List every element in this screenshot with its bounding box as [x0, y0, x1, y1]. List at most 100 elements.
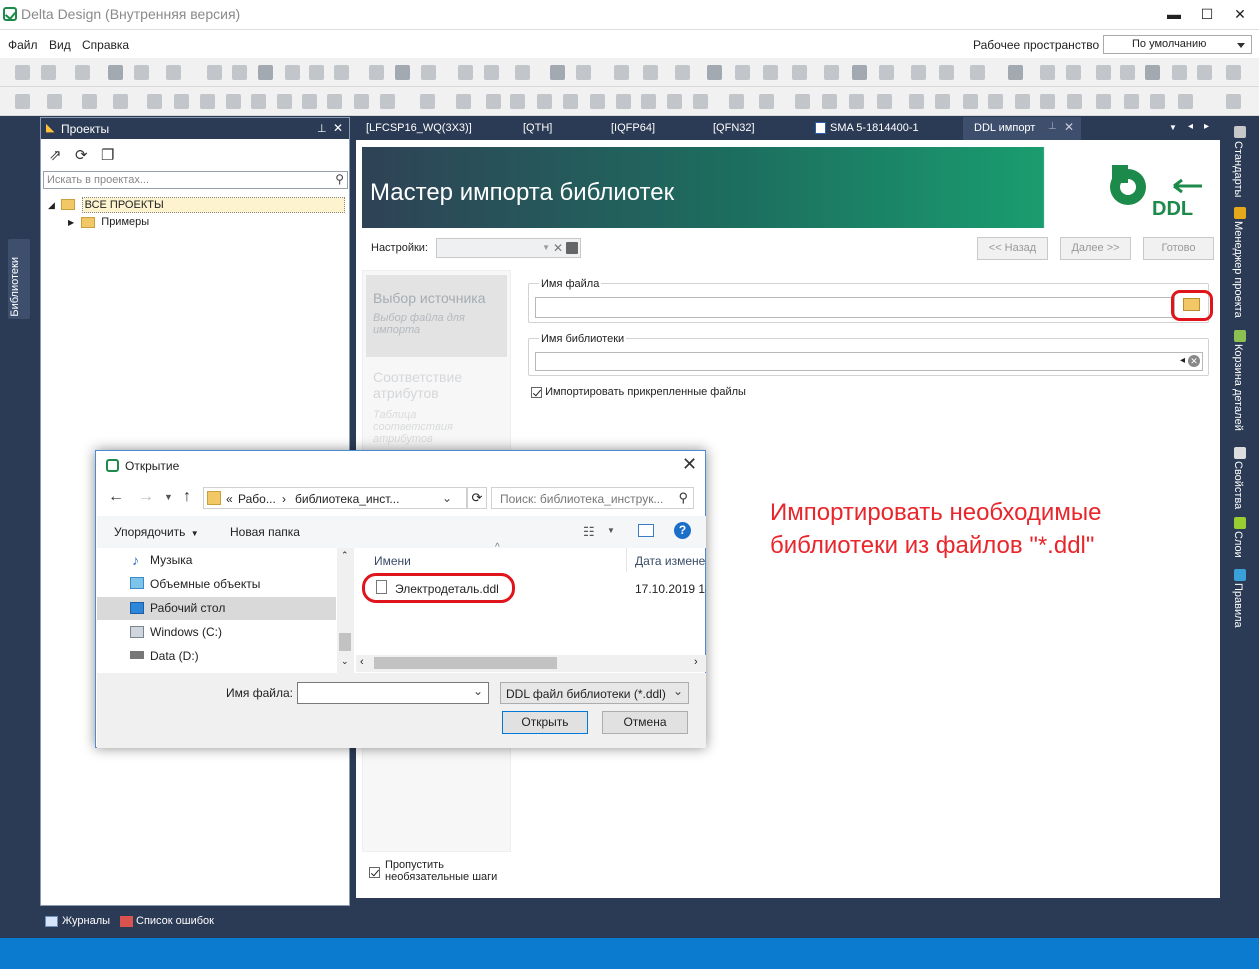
toolbar-icon[interactable] [576, 65, 591, 80]
nav-windows-c[interactable]: Windows (C:) [150, 625, 222, 639]
nav-music[interactable]: Музыка [150, 553, 192, 567]
collapse-arrow-icon[interactable]: ▶ [68, 218, 74, 227]
tab-properties[interactable]: Свойства [1232, 461, 1244, 509]
tab-qth[interactable]: [QTH] [523, 117, 552, 140]
chevron-down-icon[interactable]: ▼ [542, 243, 550, 252]
scroll-left-icon[interactable]: ◂ [1188, 121, 1193, 132]
finish-button[interactable]: Готово [1143, 237, 1214, 260]
workspace-select[interactable]: По умолчанию [1103, 35, 1252, 54]
preview-pane-icon[interactable] [638, 524, 654, 537]
toolbar-icon[interactable] [1124, 94, 1139, 109]
toolbar-icon[interactable] [456, 94, 471, 109]
file-name-input[interactable]: ⌄ [297, 682, 489, 704]
toolbar-icon[interactable] [421, 65, 436, 80]
dialog-close-icon[interactable]: ✕ [682, 454, 697, 475]
back-arrow-icon[interactable]: ← [108, 488, 124, 506]
scroll-right-icon[interactable]: ▸ [1204, 121, 1209, 132]
clear-circle-icon[interactable]: ✕ [1188, 355, 1200, 367]
toolbar-icon[interactable] [616, 94, 631, 109]
scroll-thumb[interactable] [339, 633, 351, 651]
toolbar-icon[interactable] [484, 65, 499, 80]
tab-iqfp64[interactable]: [IQFP64] [611, 117, 655, 140]
toolbar-icon[interactable] [108, 65, 123, 80]
toolbar-icon[interactable] [1150, 94, 1165, 109]
tree-item-all-projects[interactable]: ◢ ВСЕ ПРОЕКТЫ [48, 197, 346, 213]
toolbar-icon[interactable] [380, 94, 395, 109]
file-type-select[interactable]: DDL файл библиотеки (*.ddl) ⌄ [500, 682, 689, 704]
menu-view[interactable]: Вид [49, 38, 71, 52]
toolbar-icon[interactable] [1067, 94, 1082, 109]
toolbar-icon[interactable] [226, 94, 241, 109]
toolbar-icon[interactable] [232, 65, 247, 80]
toolbar-icon[interactable] [1096, 94, 1111, 109]
address-bar[interactable]: « Рабо... › библиотека_инст... ⌄ [203, 487, 467, 509]
tab-standards[interactable]: Стандарты [1232, 141, 1244, 197]
toolbar-icon[interactable] [935, 94, 950, 109]
toolbar-icon[interactable] [486, 94, 501, 109]
toolbar-icon[interactable] [822, 94, 837, 109]
toolbar-icon[interactable] [15, 65, 30, 80]
column-name[interactable]: Имени [374, 554, 411, 568]
toolbar-icon[interactable] [166, 65, 181, 80]
toolbar-icon[interactable] [1226, 65, 1241, 80]
toolbar-icon[interactable] [354, 94, 369, 109]
toolbar-icon[interactable] [763, 65, 778, 80]
toolbar-icon[interactable] [963, 94, 978, 109]
pin-icon[interactable]: ⊥ [317, 122, 327, 135]
toolbar-icon[interactable] [735, 65, 750, 80]
toolbar-icon[interactable] [174, 94, 189, 109]
toolbar-icon[interactable] [47, 94, 62, 109]
toolbar-icon[interactable] [590, 94, 605, 109]
skip-optional-checkbox[interactable]: Пропустить необязательные шаги [369, 859, 497, 883]
tab-rules[interactable]: Правила [1232, 583, 1244, 628]
expand-icon[interactable]: ◢ [48, 200, 55, 210]
toolbar-icon[interactable] [327, 94, 342, 109]
toolbar-icon[interactable] [1096, 65, 1111, 80]
chevron-down-icon[interactable]: ⌄ [673, 684, 683, 698]
close-button[interactable]: ✕ [1226, 3, 1254, 25]
toolbar-icon[interactable] [879, 65, 894, 80]
toolbar-icon[interactable] [988, 94, 1003, 109]
toolbar-icon[interactable] [82, 94, 97, 109]
toolbar-icon[interactable] [510, 94, 525, 109]
toolbar-icon[interactable] [251, 94, 266, 109]
nav-data-d[interactable]: Data (D:) [150, 649, 199, 663]
recent-dropdown-icon[interactable]: ▼ [164, 492, 173, 502]
toolbar-icon[interactable] [334, 65, 349, 80]
toolbar-icon[interactable] [729, 94, 744, 109]
chevron-down-icon[interactable]: ⌄ [442, 491, 452, 505]
tabs-dropdown-icon[interactable]: ▼ [1169, 123, 1177, 132]
toolbar-icon[interactable] [420, 94, 435, 109]
column-date[interactable]: Дата изменен [635, 554, 706, 568]
tab-qfn32[interactable]: [QFN32] [713, 117, 755, 140]
library-name-input[interactable]: ◂ ✕ [535, 352, 1203, 371]
navigate-icon[interactable]: ⇗ [49, 146, 62, 164]
chevron-down-icon[interactable]: ⌄ [473, 684, 483, 698]
dialog-search-input[interactable]: Поиск: библиотека_инструк... ⚲ [491, 487, 694, 509]
toolbar-icon[interactable] [667, 94, 682, 109]
toolbar-icon[interactable] [643, 65, 658, 80]
up-arrow-icon[interactable]: ↑ [183, 488, 191, 506]
files-hscrollbar[interactable]: ‹ › [356, 655, 706, 672]
toolbar-icon[interactable] [877, 94, 892, 109]
projects-search-input[interactable]: Искать в проектах... ⚲ [43, 171, 348, 189]
scroll-right-icon[interactable]: › [694, 656, 698, 668]
toolbar-icon[interactable] [15, 94, 30, 109]
scroll-down-icon[interactable]: ⌄ [341, 656, 349, 667]
toolbar-icon[interactable] [277, 94, 292, 109]
toolbar-icon[interactable] [134, 65, 149, 80]
refresh-icon[interactable]: ⟳ [75, 146, 88, 164]
toolbar-icon[interactable] [309, 65, 324, 80]
toolbar-icon[interactable] [537, 94, 552, 109]
toolbar-icon[interactable] [75, 65, 90, 80]
toolbar-icon[interactable] [458, 65, 473, 80]
toolbar-icon[interactable] [970, 65, 985, 80]
view-options-icon[interactable]: ☷ [583, 524, 595, 540]
help-icon[interactable]: ? [674, 522, 691, 539]
toolbar-icon[interactable] [41, 65, 56, 80]
collapse-icon[interactable]: ❐ [101, 146, 114, 164]
toolbar-icon[interactable] [258, 65, 273, 80]
refresh-icon[interactable]: ⟳ [467, 487, 487, 509]
toolbar-icon[interactable] [1040, 94, 1055, 109]
file-name-input[interactable] [535, 297, 1175, 318]
